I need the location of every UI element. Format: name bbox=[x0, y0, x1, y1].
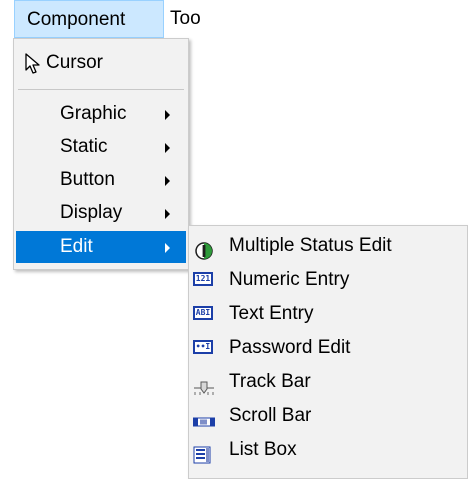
submenu-item-label: Track Bar bbox=[229, 371, 311, 392]
submenu-item-text-entry[interactable]: ABI Text Entry bbox=[191, 297, 465, 331]
submenu-item-multiple-status-edit[interactable]: Multiple Status Edit bbox=[191, 229, 465, 263]
scroll-bar-icon bbox=[193, 408, 215, 427]
submenu-item-scroll-bar[interactable]: Scroll Bar bbox=[191, 399, 465, 433]
submenu-arrow-icon bbox=[165, 143, 170, 153]
cursor-arrow-icon bbox=[25, 53, 40, 74]
menu-bar: Component Tools bbox=[0, 0, 468, 38]
menu-item-static[interactable]: Static bbox=[16, 131, 186, 163]
menu-item-label: Edit bbox=[60, 236, 93, 257]
screen: Component Tools Cursor Graphic Static Bu… bbox=[0, 0, 468, 479]
menu-item-graphic[interactable]: Graphic bbox=[16, 98, 186, 130]
submenu-arrow-icon bbox=[165, 176, 170, 186]
menu-item-label: Button bbox=[60, 169, 115, 190]
submenu-item-track-bar[interactable]: Track Bar bbox=[191, 365, 465, 399]
password-edit-icon: ••I bbox=[193, 340, 215, 356]
submenu-arrow-icon bbox=[165, 243, 170, 253]
menu-item-label: Cursor bbox=[46, 52, 104, 73]
menu-separator bbox=[18, 89, 184, 90]
menu-item-cursor[interactable]: Cursor bbox=[16, 47, 186, 79]
menu-item-display[interactable]: Display bbox=[16, 197, 186, 229]
submenu-item-label: List Box bbox=[229, 439, 297, 460]
submenu-arrow-icon bbox=[165, 209, 170, 219]
menu-item-button[interactable]: Button bbox=[16, 164, 186, 196]
submenu-item-label: Text Entry bbox=[229, 303, 314, 324]
icon-glyph: ••I bbox=[193, 340, 213, 354]
submenu-item-label: Password Edit bbox=[229, 337, 351, 358]
list-box-icon bbox=[193, 442, 215, 464]
submenu-item-label: Numeric Entry bbox=[229, 269, 350, 290]
edit-submenu: Multiple Status Edit 121 Numeric Entry A… bbox=[188, 225, 468, 479]
menu-item-label: Graphic bbox=[60, 103, 127, 124]
submenu-arrow-icon bbox=[165, 110, 170, 120]
multiple-status-edit-icon bbox=[193, 238, 215, 260]
menu-tools[interactable]: Tools bbox=[170, 0, 200, 38]
submenu-item-label: Scroll Bar bbox=[229, 405, 312, 426]
submenu-item-password-edit[interactable]: ••I Password Edit bbox=[191, 331, 465, 365]
submenu-item-numeric-entry[interactable]: 121 Numeric Entry bbox=[191, 263, 465, 297]
submenu-item-label: Multiple Status Edit bbox=[229, 235, 392, 256]
component-menu: Cursor Graphic Static Button Display Edi… bbox=[13, 38, 189, 270]
track-bar-icon bbox=[193, 374, 215, 395]
numeric-entry-icon: 121 bbox=[193, 272, 215, 288]
text-entry-icon: ABI bbox=[193, 306, 215, 322]
icon-glyph: ABI bbox=[193, 306, 213, 320]
menu-item-edit[interactable]: Edit bbox=[16, 231, 186, 263]
submenu-item-list-box[interactable]: List Box bbox=[191, 433, 465, 467]
icon-glyph: 121 bbox=[193, 272, 213, 286]
menu-item-label: Static bbox=[60, 136, 108, 157]
menu-component[interactable]: Component bbox=[14, 0, 164, 38]
menu-item-label: Display bbox=[60, 202, 123, 223]
